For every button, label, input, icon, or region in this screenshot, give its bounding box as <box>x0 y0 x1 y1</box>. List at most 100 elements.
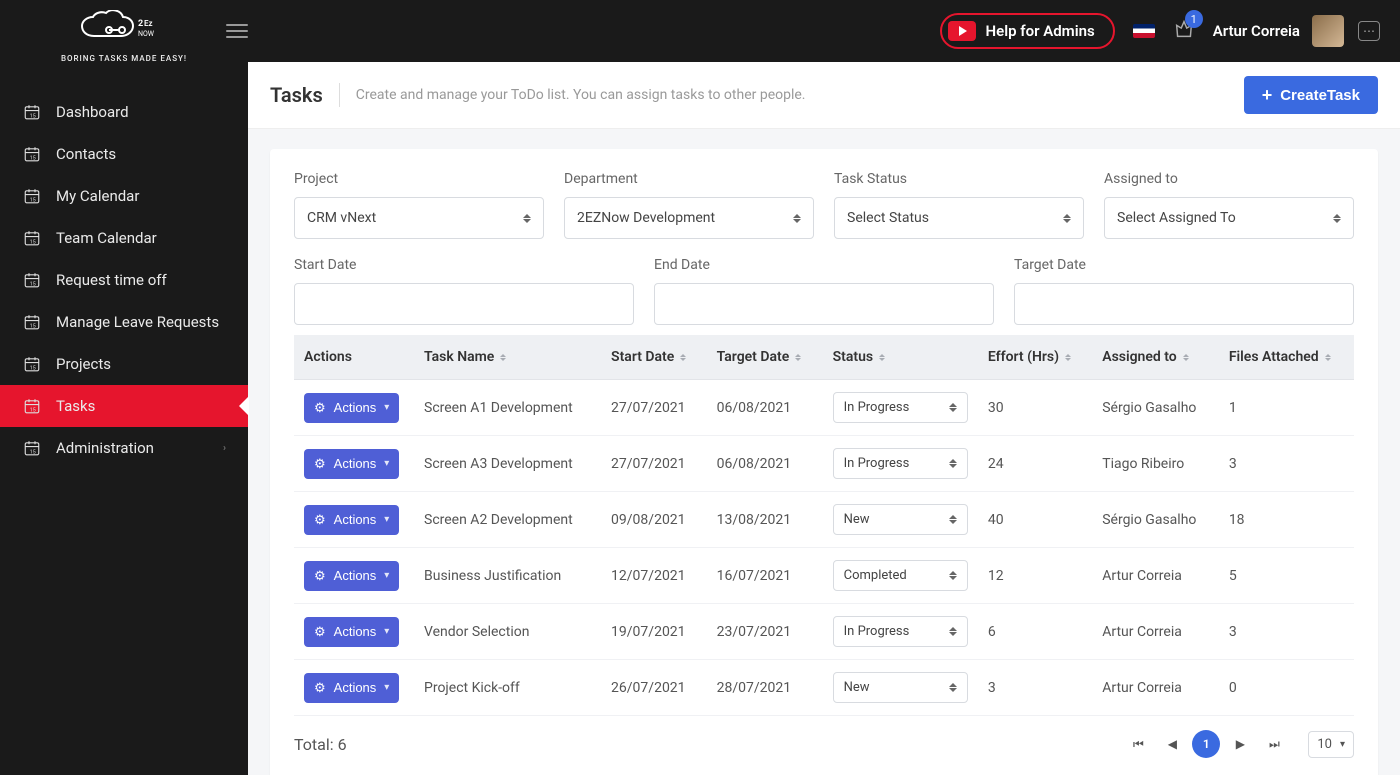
row-status-select[interactable]: In Progress <box>833 448 968 479</box>
col-effort[interactable]: Effort (Hrs) <box>988 349 1059 365</box>
sort-icon[interactable] <box>500 354 506 361</box>
row-status-select[interactable]: New <box>833 672 968 703</box>
col-status[interactable]: Status <box>833 349 873 365</box>
table-row: ⚙Actions▾Screen A1 Development27/07/2021… <box>294 380 1354 436</box>
col-target-date[interactable]: Target Date <box>717 349 790 365</box>
gear-icon: ⚙ <box>314 512 326 528</box>
calendar-icon: 15 <box>22 271 42 289</box>
cell-effort: 6 <box>978 604 1092 660</box>
col-start-date[interactable]: Start Date <box>611 349 674 365</box>
gear-icon: ⚙ <box>314 400 326 416</box>
col-task-name[interactable]: Task Name <box>424 349 494 365</box>
sidebar-item-my-calendar[interactable]: 15My Calendar <box>0 175 248 217</box>
row-status-select[interactable]: In Progress <box>833 616 968 647</box>
sort-icon[interactable] <box>879 354 885 361</box>
cell-start-date: 09/08/2021 <box>601 492 707 548</box>
page-first-button[interactable]: ⏮ <box>1124 730 1152 758</box>
page-prev-button[interactable]: ◀ <box>1158 730 1186 758</box>
cell-start-date: 27/07/2021 <box>601 436 707 492</box>
sidebar-item-dashboard[interactable]: 15Dashboard <box>0 91 248 133</box>
topbar: Help for Admins 1 Artur Correia ⋯ <box>248 0 1400 62</box>
cell-files: 1 <box>1219 380 1354 436</box>
sidebar-nav: 15Dashboard15Contacts15My Calendar15Team… <box>0 91 248 469</box>
filter-start-date-label: Start Date <box>294 257 634 273</box>
sidebar-item-label: Administration <box>56 439 154 457</box>
sidebar-item-contacts[interactable]: 15 Contacts <box>0 133 248 175</box>
sidebar-item-label: Contacts <box>56 145 116 163</box>
project-select[interactable]: CRM vNext <box>294 197 544 239</box>
svg-text:15: 15 <box>30 155 36 161</box>
row-actions-button[interactable]: ⚙Actions▾ <box>304 617 399 647</box>
row-actions-button[interactable]: ⚙Actions▾ <box>304 505 399 535</box>
cell-start-date: 26/07/2021 <box>601 660 707 716</box>
row-actions-button[interactable]: ⚙Actions▾ <box>304 449 399 479</box>
sidebar-item-request-time-off[interactable]: 15Request time off <box>0 259 248 301</box>
calendar-icon: 15 <box>22 229 42 247</box>
sort-icon[interactable] <box>795 354 801 361</box>
sidebar-item-tasks[interactable]: 15Tasks <box>0 385 248 427</box>
cell-files: 5 <box>1219 548 1354 604</box>
menu-toggle-icon[interactable] <box>226 24 248 38</box>
sidebar-item-administration[interactable]: 15 Administration › <box>0 427 248 469</box>
sidebar-item-manage-leave-requests[interactable]: 15Manage Leave Requests <box>0 301 248 343</box>
cell-assigned: Artur Correia <box>1092 604 1219 660</box>
svg-text:15: 15 <box>30 197 36 203</box>
table-row: ⚙Actions▾Project Kick-off26/07/202128/07… <box>294 660 1354 716</box>
col-files[interactable]: Files Attached <box>1229 349 1319 365</box>
sidebar-item-projects[interactable]: 15Projects <box>0 343 248 385</box>
cell-assigned: Artur Correia <box>1092 660 1219 716</box>
create-task-button[interactable]: + CreateTask <box>1244 76 1378 114</box>
row-status-select[interactable]: In Progress <box>833 392 968 423</box>
cell-task-name: Screen A2 Development <box>414 492 601 548</box>
caret-icon <box>1333 214 1341 223</box>
assigned-to-select[interactable]: Select Assigned To <box>1104 197 1354 239</box>
page-next-button[interactable]: ▶ <box>1226 730 1254 758</box>
chevron-right-icon: › <box>223 443 226 454</box>
notification-badge: 1 <box>1185 10 1203 28</box>
page-size-select[interactable]: 10 ▾ <box>1308 731 1354 758</box>
svg-text:15: 15 <box>30 365 36 371</box>
user-menu[interactable]: Artur Correia <box>1213 15 1344 47</box>
cell-target-date: 28/07/2021 <box>707 660 823 716</box>
cell-effort: 40 <box>978 492 1092 548</box>
page-subtitle: Create and manage your ToDo list. You ca… <box>356 87 1244 103</box>
caret-icon <box>949 515 957 524</box>
chat-icon[interactable]: ⋯ <box>1358 21 1380 41</box>
svg-text:15: 15 <box>30 323 36 329</box>
language-flag-icon[interactable] <box>1133 24 1155 38</box>
notifications-button[interactable]: 1 <box>1173 18 1195 44</box>
target-date-input[interactable] <box>1014 283 1354 325</box>
caret-icon <box>1063 214 1071 223</box>
sort-icon[interactable] <box>1325 354 1331 361</box>
end-date-input[interactable] <box>654 283 994 325</box>
brand-logo[interactable]: 2 Ez NOW BORING TASKS MADE EASY! <box>0 0 248 71</box>
cloud-logo-icon: 2 Ez NOW <box>74 10 174 46</box>
row-actions-button[interactable]: ⚙Actions▾ <box>304 673 399 703</box>
svg-text:15: 15 <box>30 239 36 245</box>
sort-icon[interactable] <box>1183 354 1189 361</box>
page-number[interactable]: 1 <box>1192 730 1220 758</box>
calendar-icon: 15 <box>22 103 42 121</box>
department-select[interactable]: 2EZNow Development <box>564 197 814 239</box>
chevron-down-icon: ▾ <box>384 626 389 637</box>
row-actions-button[interactable]: ⚙Actions▾ <box>304 393 399 423</box>
row-status-select[interactable]: Completed <box>833 560 968 591</box>
start-date-input[interactable] <box>294 283 634 325</box>
svg-text:15: 15 <box>30 449 36 455</box>
row-status-select[interactable]: New <box>833 504 968 535</box>
task-status-select[interactable]: Select Status <box>834 197 1084 239</box>
brand-tagline: BORING TASKS MADE EASY! <box>18 54 230 63</box>
sidebar: 2 Ez NOW BORING TASKS MADE EASY! 15Dashb… <box>0 0 248 775</box>
sidebar-item-team-calendar[interactable]: 15 Team Calendar <box>0 217 248 259</box>
chevron-down-icon: ▾ <box>384 514 389 525</box>
sidebar-item-label: Team Calendar <box>56 229 157 247</box>
caret-icon <box>949 683 957 692</box>
row-actions-button[interactable]: ⚙Actions▾ <box>304 561 399 591</box>
sort-icon[interactable] <box>680 354 686 361</box>
sort-icon[interactable] <box>1065 354 1071 361</box>
help-for-admins-button[interactable]: Help for Admins <box>940 13 1115 49</box>
caret-icon <box>949 403 957 412</box>
col-assigned[interactable]: Assigned to <box>1102 349 1177 365</box>
page-last-button[interactable]: ⏭ <box>1260 730 1288 758</box>
chevron-down-icon: ▾ <box>384 458 389 469</box>
